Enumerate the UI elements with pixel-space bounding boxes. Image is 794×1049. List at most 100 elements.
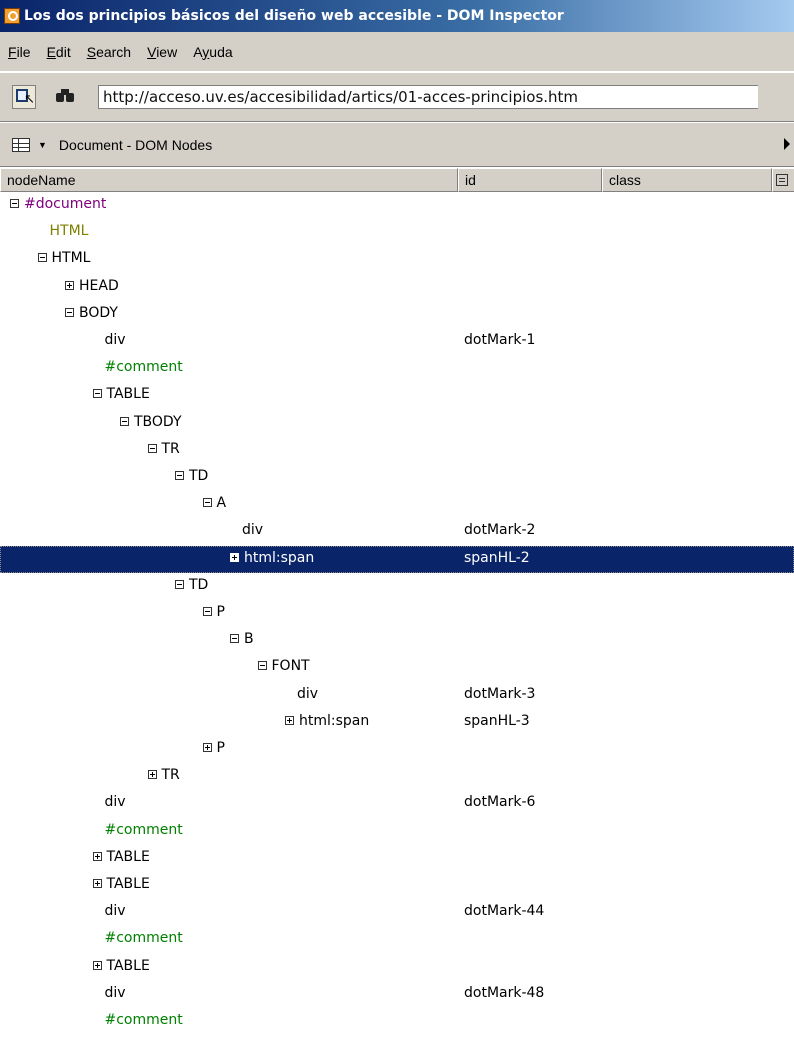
- node-name: HTML: [49, 223, 89, 240]
- tree-row[interactable]: TABLE: [0, 845, 794, 872]
- menu-search[interactable]: Search: [81, 44, 141, 60]
- node-name: div: [104, 903, 126, 920]
- title-bar: Los dos principios básicos del diseño we…: [0, 0, 794, 32]
- collapse-icon[interactable]: [175, 471, 184, 480]
- dom-node-tree[interactable]: #document HTML HTML HEAD BODY div dotMark-1 #co…: [0, 192, 794, 1049]
- tree-row[interactable]: div dotMark-44: [0, 899, 794, 926]
- menu-view-accesskey: V: [147, 43, 157, 60]
- expand-icon[interactable]: [230, 552, 239, 562]
- node-name: HTML: [51, 250, 91, 267]
- node-name: P: [216, 740, 225, 756]
- collapse-icon[interactable]: [202, 498, 212, 508]
- collapse-icon[interactable]: [92, 389, 102, 399]
- expand-icon[interactable]: [92, 879, 102, 888]
- url-input[interactable]: http://acceso.uv.es/accesibilidad/artics…: [98, 85, 758, 109]
- tree-row[interactable]: html:span spanHL-3: [0, 709, 794, 736]
- window-title: Los dos principios básicos del diseño we…: [24, 8, 564, 24]
- tree-row[interactable]: #document: [0, 192, 794, 219]
- tree-row[interactable]: TD: [0, 464, 794, 491]
- node-id: dotMark-2: [464, 522, 536, 539]
- node-name: TR: [161, 767, 180, 784]
- tree-row[interactable]: TABLE: [0, 872, 794, 899]
- collapse-icon[interactable]: [120, 416, 129, 426]
- viewer-list-icon[interactable]: [12, 137, 30, 152]
- tree-row[interactable]: TR: [0, 763, 794, 790]
- tree-row[interactable]: TABLE: [0, 954, 794, 981]
- column-nodename[interactable]: nodeName: [0, 168, 458, 192]
- tree-row[interactable]: B: [0, 627, 794, 654]
- column-class[interactable]: class: [602, 168, 772, 192]
- tree-row[interactable]: BODY: [0, 301, 794, 328]
- tree-row[interactable]: P: [0, 600, 794, 627]
- tree-row[interactable]: #comment: [0, 818, 794, 845]
- menu-file[interactable]: File: [2, 44, 41, 60]
- node-name: TD: [189, 468, 209, 484]
- column-picker[interactable]: [772, 168, 794, 192]
- panel-title[interactable]: Document - DOM Nodes: [59, 137, 212, 153]
- expand-icon[interactable]: [65, 280, 74, 290]
- collapse-icon[interactable]: [10, 199, 19, 208]
- collapse-icon[interactable]: [147, 443, 157, 453]
- collapse-icon[interactable]: [257, 661, 267, 671]
- tree-row[interactable]: P: [0, 736, 794, 763]
- node-id: spanHL-2: [464, 549, 530, 566]
- menu-ayuda[interactable]: Ayuda: [187, 44, 242, 60]
- node-id: dotMark-44: [464, 903, 545, 920]
- tree-row[interactable]: FONT: [0, 654, 794, 681]
- node-name: div: [297, 685, 319, 702]
- tree-row[interactable]: HTML: [0, 219, 794, 246]
- menu-edit[interactable]: Edit: [41, 44, 81, 60]
- tree-row[interactable]: TD: [0, 573, 794, 600]
- inspect-element-icon[interactable]: [12, 85, 36, 109]
- node-id: spanHL-3: [464, 712, 530, 729]
- expand-icon[interactable]: [202, 743, 212, 752]
- menu-ayuda-rest: uda: [209, 43, 233, 60]
- node-name: B: [244, 631, 254, 648]
- binoculars-lens-left: [56, 93, 64, 102]
- collapse-icon[interactable]: [230, 634, 239, 644]
- menu-file-rest: ile: [16, 43, 31, 60]
- column-id[interactable]: id: [458, 168, 602, 192]
- node-id: dotMark-1: [464, 332, 536, 348]
- expand-icon[interactable]: [147, 770, 157, 780]
- tree-row[interactable]: #comment: [0, 926, 794, 953]
- node-id: dotMark-48: [464, 984, 545, 1001]
- menu-view[interactable]: View: [141, 44, 187, 60]
- collapse-icon[interactable]: [37, 253, 47, 263]
- node-name: div: [242, 522, 264, 539]
- tree-row[interactable]: div dotMark-3: [0, 682, 794, 709]
- node-name: div: [104, 984, 126, 1001]
- node-id: dotMark-3: [464, 685, 536, 702]
- tree-row[interactable]: HEAD: [0, 274, 794, 301]
- menu-bar: File Edit Search View Ayuda: [0, 32, 794, 72]
- collapse-icon[interactable]: [175, 579, 184, 589]
- tree-row-selected[interactable]: html:span spanHL-2: [0, 545, 794, 573]
- collapse-icon[interactable]: [65, 307, 74, 317]
- tree-row[interactable]: div dotMark-48: [0, 981, 794, 1008]
- tree-row[interactable]: #comment: [0, 355, 794, 382]
- tree-row[interactable]: TBODY: [0, 410, 794, 437]
- tree-row[interactable]: TABLE: [0, 382, 794, 409]
- expand-icon[interactable]: [285, 715, 294, 725]
- menu-ayuda-pre: A: [193, 43, 203, 60]
- collapse-icon[interactable]: [202, 607, 212, 616]
- node-name: FONT: [271, 658, 310, 675]
- menu-edit-rest: dit: [55, 43, 71, 60]
- expand-icon[interactable]: [92, 851, 102, 861]
- expand-icon[interactable]: [92, 960, 102, 970]
- panel-menu-arrow-icon[interactable]: [784, 138, 790, 150]
- tree-row[interactable]: TR: [0, 437, 794, 464]
- tree-row[interactable]: div dotMark-2: [0, 518, 794, 545]
- menu-search-accesskey: S: [86, 43, 97, 60]
- tree-row[interactable]: div dotMark-1: [0, 328, 794, 355]
- binoculars-lens-right: [66, 93, 74, 102]
- tree-row[interactable]: A: [0, 491, 794, 518]
- tree-row[interactable]: HTML: [0, 246, 794, 273]
- tree-row[interactable]: #comment: [0, 1008, 794, 1035]
- tree-row[interactable]: div dotMark-6: [0, 790, 794, 817]
- dom-inspector-app-icon[interactable]: [4, 8, 20, 24]
- node-name: P: [216, 604, 225, 620]
- column-picker-icon: [776, 174, 788, 186]
- binoculars-icon[interactable]: [54, 85, 78, 109]
- viewer-dropdown-icon[interactable]: ▼: [38, 140, 47, 150]
